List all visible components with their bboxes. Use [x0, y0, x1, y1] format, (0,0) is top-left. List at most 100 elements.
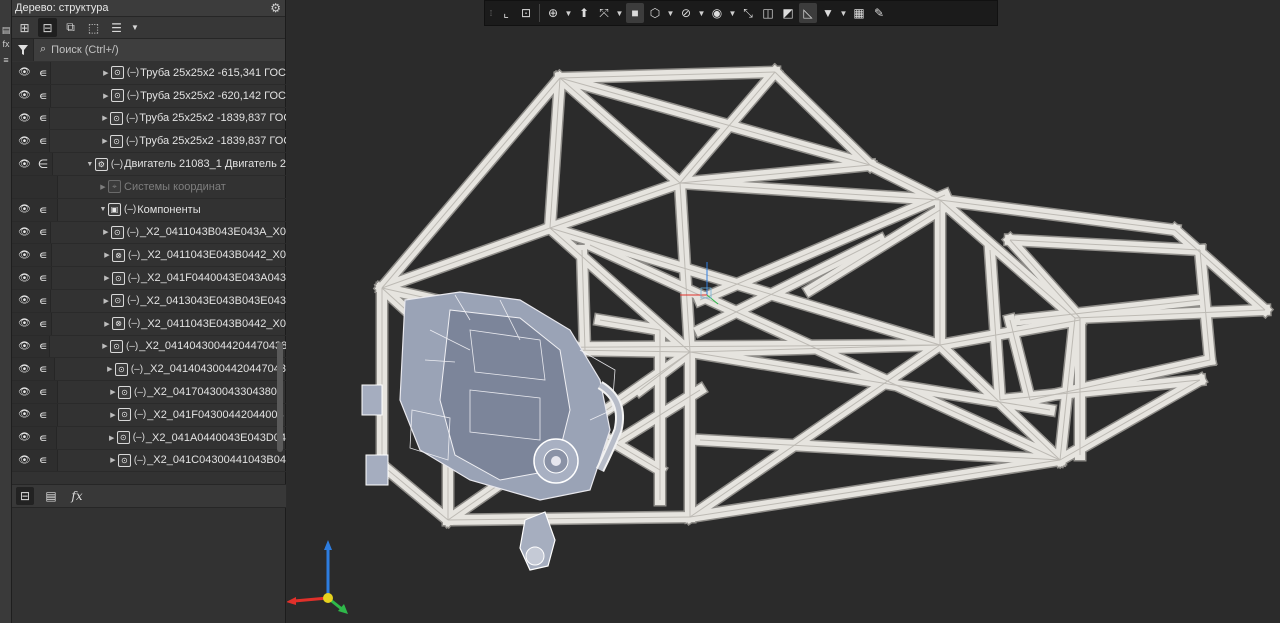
include-icon[interactable]: ∈	[37, 157, 49, 171]
hide-icon[interactable]: ⊘	[677, 3, 695, 23]
chevron-down-icon[interactable]: ▼	[839, 3, 848, 23]
eye-icon[interactable]: 👁	[18, 250, 31, 261]
chevron-down-icon[interactable]: ▼	[728, 3, 737, 23]
eye-icon[interactable]: 👁	[18, 204, 31, 215]
search-input[interactable]	[51, 43, 252, 56]
tree-scrollbar[interactable]	[277, 62, 283, 481]
tree-row[interactable]: 👁 ∊ ▶ ⊙ (–) _X2_041C04300441043B04	[12, 449, 286, 473]
include-icon[interactable]: ∊	[37, 453, 49, 467]
tree-row[interactable]: 👁 ∊ ▶ ⊙ (–) Труба 25х25х2 -1839,837 ГОС	[12, 107, 286, 131]
tree-row[interactable]: 👁 ∊ ▶ ⊙ (–) _X2_041F04300442044004	[12, 403, 286, 427]
tree-row[interactable]: 👁 ∊ ▶ ⊙ (–) _X2_041A0440043E043D04	[12, 426, 286, 450]
wireframe-cube-icon[interactable]: ⬡	[646, 3, 664, 23]
model-scene[interactable]	[287, 0, 1280, 623]
pan-icon[interactable]: ⬆	[575, 3, 593, 23]
tree-row[interactable]: 👁 ∊ ▶ ⊙ (–) Труба 25х25х2 -615,341 ГОС	[12, 62, 286, 85]
eye-icon[interactable]: 👁	[18, 113, 31, 124]
perspective-icon[interactable]: ◩	[779, 3, 797, 23]
collapsed-arrow-icon[interactable]: ▶	[102, 274, 112, 282]
include-icon[interactable]: ∊	[37, 385, 49, 399]
properties-icon[interactable]: ▤	[1, 24, 11, 36]
tree-row[interactable]: 👁 ∊ ▶ ⊙ (–) _X2_041704300433043804	[12, 381, 286, 404]
eye-icon[interactable]: 👁	[18, 90, 31, 101]
cursor-axis-icon[interactable]: ⌞	[497, 3, 515, 23]
expanded-arrow-icon[interactable]: ▼	[98, 206, 108, 213]
sketch-icon[interactable]: ⊡	[517, 3, 535, 23]
include-icon[interactable]: ∊	[37, 203, 49, 217]
chevron-down-icon[interactable]: ▼	[130, 18, 140, 37]
eye-icon[interactable]: 👁	[18, 273, 31, 284]
tree-row[interactable]: 👁 ∊ ▼ ▣ (–) Компоненты	[12, 198, 286, 222]
scroll-thumb[interactable]	[277, 342, 283, 452]
tree-row[interactable]: 👁 ∊ ▶ ⊙ (–) Труба 25х25х2 -1839,837 ГОС	[12, 130, 286, 154]
include-icon[interactable]: ∊	[37, 225, 49, 239]
collapsed-arrow-icon[interactable]: ▶	[101, 69, 111, 77]
collapsed-arrow-icon[interactable]: ▶	[108, 411, 118, 419]
tab-tree-icon[interactable]: ⊟	[16, 487, 34, 505]
include-icon[interactable]: ∊	[37, 89, 49, 103]
collapsed-arrow-icon[interactable]: ▶	[105, 365, 115, 373]
zoom-icon[interactable]: ⊕	[544, 3, 562, 23]
include-icon[interactable]: ∊	[37, 66, 49, 80]
collapsed-arrow-icon[interactable]: ▶	[98, 183, 108, 191]
toolbar-grip[interactable]: ⁞	[487, 3, 495, 23]
layers-icon[interactable]: ▦	[850, 3, 868, 23]
tree-row[interactable]: 👁 ∊ ▶ ⊙ (–) Труба 25х25х2 -620,142 ГОС	[12, 84, 286, 108]
tree-row[interactable]: 👁 ∊ ▶ ⊙ (–) _X2_0413043E043B043E043	[12, 289, 286, 313]
include-icon[interactable]: ∊	[37, 111, 49, 125]
tree-row[interactable]: 👁 ∈ ▼ ⚙ (–) Двигатель 21083_1 Двигатель 2	[12, 153, 286, 176]
tree-hierarchy-icon[interactable]: ⊟	[38, 18, 57, 37]
collapsed-arrow-icon[interactable]: ▶	[108, 388, 118, 396]
variables-icon[interactable]: fx	[1, 38, 11, 50]
tree-row[interactable]: 👁 ∊ ▶ ⊙ (–) _X2_04140430044204470438	[12, 335, 286, 359]
eye-icon[interactable]: 👁	[18, 364, 31, 375]
collapsed-arrow-icon[interactable]: ▶	[100, 114, 110, 122]
tree-operations-icon[interactable]: ⧉	[61, 18, 80, 37]
tab-variables-icon[interactable]: fx	[68, 487, 86, 505]
collapsed-arrow-icon[interactable]: ▶	[102, 320, 112, 328]
eye-icon[interactable]: 👁	[18, 227, 31, 238]
collapsed-arrow-icon[interactable]: ▶	[100, 137, 110, 145]
eye-icon[interactable]: 👁	[18, 455, 31, 466]
tree-row[interactable]: 👁 ∊ ▶ ⊙ (–) _X2_041F0440043E043A043	[12, 267, 286, 290]
tree-filter-view-icon[interactable]: ⬚	[84, 18, 103, 37]
gear-icon[interactable]: ⚙	[270, 1, 281, 15]
tab-properties-icon[interactable]: ▤	[42, 487, 60, 505]
view-cube-icon[interactable]: ■	[626, 3, 644, 23]
tree-row[interactable]: 👁 ∊ ▶ ⊗ (–) _X2_0411043E043B0442_X0	[12, 312, 286, 336]
filter-icon[interactable]	[12, 38, 34, 61]
expanded-arrow-icon[interactable]: ▼	[85, 161, 95, 168]
measure-icon[interactable]: ⤡	[739, 3, 757, 23]
list-icon[interactable]: ≡	[1, 54, 11, 66]
section-icon[interactable]: ◫	[759, 3, 777, 23]
collapsed-arrow-icon[interactable]: ▶	[101, 92, 111, 100]
eye-icon[interactable]: 👁	[18, 67, 31, 78]
collapsed-arrow-icon[interactable]: ▶	[102, 251, 112, 259]
chevron-down-icon[interactable]: ▼	[615, 3, 624, 23]
include-icon[interactable]: ∊	[37, 362, 49, 376]
tree-row[interactable]: ▶ ⌖ Системы координат	[12, 175, 286, 199]
include-icon[interactable]: ∊	[37, 294, 49, 308]
include-icon[interactable]: ∊	[37, 248, 49, 262]
tree-row[interactable]: 👁 ∊ ▶ ⊗ (–) _X2_0411043E043B0442_X0	[12, 244, 286, 268]
eye-icon[interactable]: 👁	[18, 432, 31, 443]
tree-options-icon[interactable]: ☰	[107, 18, 126, 37]
collapsed-arrow-icon[interactable]: ▶	[101, 228, 111, 236]
eye-icon[interactable]: 👁	[18, 409, 31, 420]
eye-icon[interactable]: 👁	[18, 341, 31, 352]
include-icon[interactable]: ∊	[37, 317, 49, 331]
include-icon[interactable]: ∊	[37, 431, 49, 445]
chevron-down-icon[interactable]: ▼	[666, 3, 675, 23]
eye-icon[interactable]: 👁	[18, 159, 31, 170]
eyedropper-icon[interactable]: ✎	[870, 3, 888, 23]
collapsed-arrow-icon[interactable]: ▶	[101, 297, 111, 305]
eye-icon[interactable]: 👁	[18, 136, 31, 147]
tree-row[interactable]: 👁 ∊ ▶ ⊙ (–) _X2_0411043B043E043A_X0	[12, 221, 286, 245]
filter-icon[interactable]: ▼	[819, 3, 837, 23]
eye-icon[interactable]: 👁	[18, 387, 31, 398]
collapsed-arrow-icon[interactable]: ▶	[107, 434, 117, 442]
chevron-down-icon[interactable]: ▼	[697, 3, 706, 23]
include-icon[interactable]: ∊	[37, 134, 49, 148]
include-icon[interactable]: ∊	[37, 271, 49, 285]
chevron-down-icon[interactable]: ▼	[564, 3, 573, 23]
